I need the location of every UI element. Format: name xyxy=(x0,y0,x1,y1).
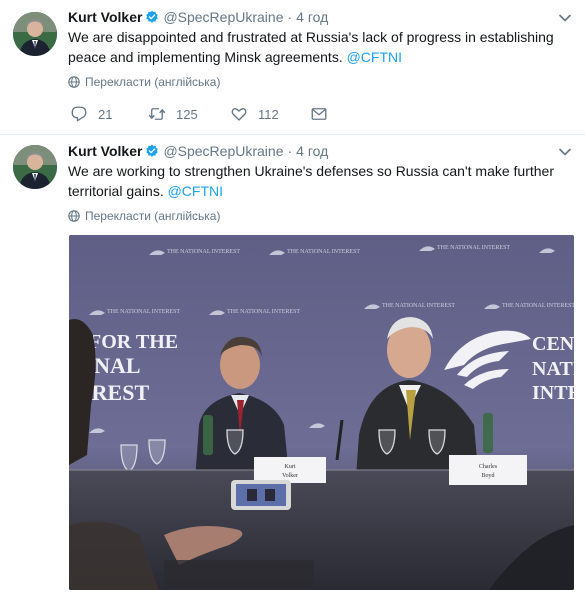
backdrop-small-text: THE NATIONAL INTEREST xyxy=(227,309,300,315)
like-button[interactable]: 112 xyxy=(230,104,279,124)
avatar[interactable] xyxy=(13,12,57,56)
direct-message-button[interactable] xyxy=(310,104,338,124)
tweet-photo[interactable]: THE NATIONAL INTEREST THE NATIONAL INTER… xyxy=(69,235,574,590)
author-handle[interactable]: @SpecRepUkraine xyxy=(163,9,283,25)
backdrop-large-text: FOR THE xyxy=(89,331,178,353)
backdrop-right-text: NATI xyxy=(532,358,574,380)
separator: · xyxy=(287,9,293,25)
separator: · xyxy=(287,143,293,159)
retweet-icon xyxy=(148,108,166,120)
mention-link[interactable]: @CFTNI xyxy=(168,183,223,199)
backdrop-small-text: THE NATIONAL INTEREST xyxy=(107,309,180,315)
translate-link[interactable]: Перекласти (англійська) xyxy=(68,208,220,224)
svg-text:Volker: Volker xyxy=(282,473,298,479)
svg-text:Boyd: Boyd xyxy=(481,473,494,479)
translate-label: Перекласти (англійська) xyxy=(85,75,221,89)
avatar-image xyxy=(13,145,57,189)
phone-in-hand xyxy=(231,480,291,510)
retweet-button[interactable]: 125 xyxy=(148,104,198,124)
backdrop-small-text: THE NATIONAL INTEREST xyxy=(167,249,240,255)
avatar[interactable] xyxy=(13,145,57,189)
mention-link[interactable]: @CFTNI xyxy=(347,49,402,65)
tweet-body: We are disappointed and frustrated at Ru… xyxy=(68,29,554,65)
backdrop-right-text: CENT xyxy=(532,333,574,355)
chevron-down-icon[interactable] xyxy=(559,148,571,156)
globe-icon xyxy=(68,210,80,222)
author-name[interactable]: Kurt Volker xyxy=(68,9,142,25)
backdrop-small-text: THE NATIONAL INTEREST xyxy=(287,249,360,255)
globe-icon xyxy=(68,76,80,88)
svg-text:Charles: Charles xyxy=(479,464,498,470)
timestamp[interactable]: 4 год xyxy=(296,9,328,25)
tweet-text: We are disappointed and frustrated at Ru… xyxy=(68,27,568,67)
retweet-count: 125 xyxy=(176,106,198,122)
event-photo: THE NATIONAL INTEREST THE NATIONAL INTER… xyxy=(69,235,574,590)
author-name[interactable]: Kurt Volker xyxy=(68,143,142,159)
reply-count: 21 xyxy=(98,106,113,122)
direct-message-icon xyxy=(311,108,327,120)
reply-icon xyxy=(71,106,87,122)
translate-link[interactable]: Перекласти (англійська) xyxy=(68,74,220,90)
nameplate-volker: Kurt Volker xyxy=(254,457,326,483)
verified-badge-icon xyxy=(146,10,159,23)
tweet-body: We are working to strengthen Ukraine's d… xyxy=(68,163,554,199)
timestamp[interactable]: 4 год xyxy=(296,143,328,159)
backdrop-small-text: THE NATIONAL INTEREST xyxy=(382,303,455,309)
nameplate-boyd: Charles Boyd xyxy=(449,455,527,485)
tweet[interactable]: Kurt Volker @SpecRepUkraine · 4 год We a… xyxy=(0,135,585,596)
tweet-actions: 21 125 112 xyxy=(70,104,370,124)
tweet[interactable]: Kurt Volker @SpecRepUkraine · 4 год We a… xyxy=(0,0,585,135)
tweet-text: We are working to strengthen Ukraine's d… xyxy=(68,161,568,201)
backdrop-small-text: THE NATIONAL INTEREST xyxy=(502,303,574,309)
chevron-down-icon[interactable] xyxy=(559,14,571,22)
translate-label: Перекласти (англійська) xyxy=(85,209,221,223)
like-icon xyxy=(231,108,247,121)
author-handle[interactable]: @SpecRepUkraine xyxy=(163,143,283,159)
svg-text:Kurt: Kurt xyxy=(285,464,296,470)
avatar-image xyxy=(13,12,57,56)
backdrop-right-text: INTE xyxy=(532,382,574,404)
backdrop-small-text: THE NATIONAL INTEREST xyxy=(437,245,510,251)
like-count: 112 xyxy=(258,106,279,122)
reply-button[interactable]: 21 xyxy=(70,104,112,124)
verified-badge-icon xyxy=(146,144,159,157)
